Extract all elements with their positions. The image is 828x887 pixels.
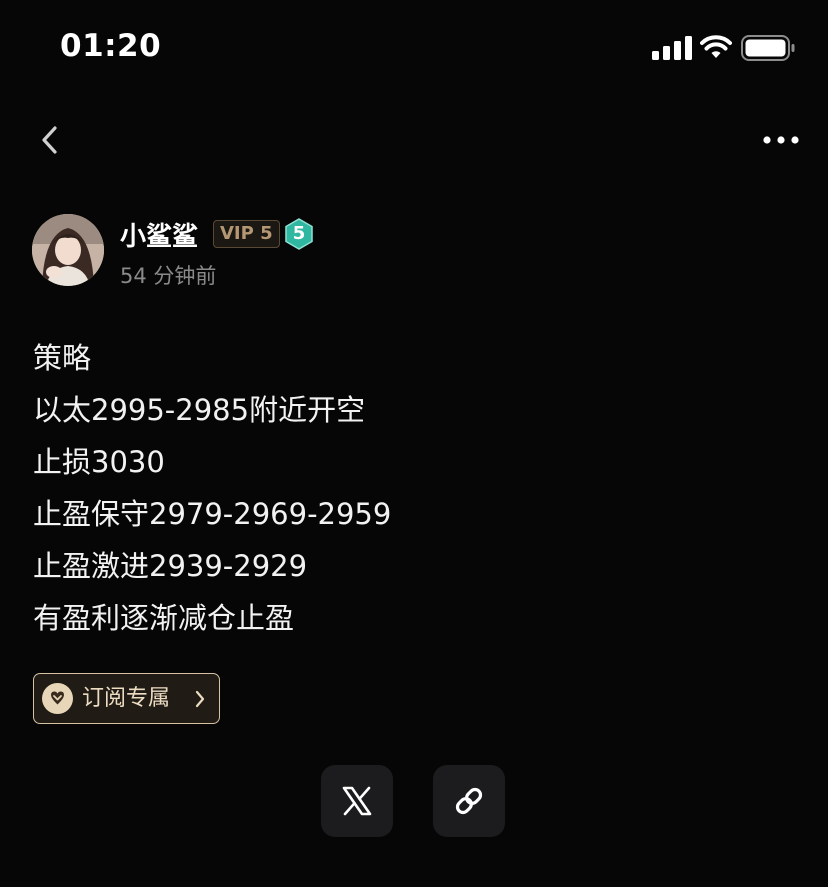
vip-badge: VIP 5 xyxy=(213,220,280,248)
author-name[interactable]: 小鲨鲨 xyxy=(120,216,198,253)
chevron-right-icon xyxy=(195,690,205,708)
cellular-signal-icon xyxy=(652,36,692,60)
post-line: 止盈激进2939-2929 xyxy=(33,549,308,583)
more-options-button[interactable] xyxy=(756,124,806,156)
link-icon xyxy=(455,787,483,815)
share-x-button[interactable] xyxy=(321,765,393,837)
post-line: 止盈保守2979-2969-2959 xyxy=(33,497,392,531)
level-badge: 5 xyxy=(284,218,314,250)
wifi-icon xyxy=(700,35,732,58)
status-time: 01:20 xyxy=(60,28,162,64)
post-timestamp: 54 分钟前 xyxy=(120,264,217,288)
back-button[interactable] xyxy=(30,118,70,162)
avatar-image xyxy=(32,214,104,286)
battery-icon xyxy=(741,35,795,61)
heart-badge-icon xyxy=(42,683,73,714)
post-line: 有盈利逐渐减仓止盈 xyxy=(33,601,295,635)
post-line: 以太2995-2985附近开空 xyxy=(33,393,366,427)
post-content: 策略 以太2995-2985附近开空 止损3030 止盈保守2979-2969-… xyxy=(33,332,793,644)
subscribe-label: 订阅专属 xyxy=(82,686,171,711)
x-logo-icon xyxy=(342,786,372,816)
more-horizontal-icon xyxy=(763,136,799,144)
avatar[interactable] xyxy=(32,214,104,286)
copy-link-button[interactable] xyxy=(433,765,505,837)
post-line: 止损3030 xyxy=(33,445,165,479)
status-bar: 01:20 xyxy=(0,0,828,96)
chevron-left-icon xyxy=(42,126,57,154)
post-line: 策略 xyxy=(33,341,92,375)
level-number: 5 xyxy=(292,223,306,244)
subscribe-exclusive-button[interactable]: 订阅专属 xyxy=(33,673,220,724)
author-header: 小鲨鲨 VIP 5 5 54 分钟前 xyxy=(32,214,532,290)
